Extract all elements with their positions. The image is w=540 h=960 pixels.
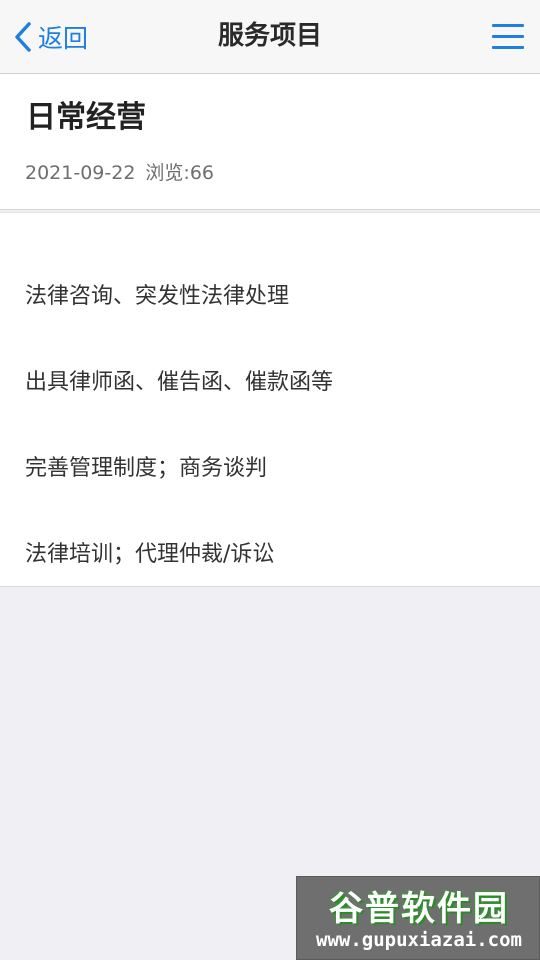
menu-bar	[492, 35, 524, 38]
top-navbar: 返回 服务项目	[0, 0, 540, 74]
menu-bar	[492, 24, 524, 27]
article-title: 日常经营	[26, 100, 146, 135]
content-line: 完善管理制度；商务谈判	[25, 456, 268, 481]
article-date: 2021-09-22	[25, 162, 136, 184]
content-line: 法律咨询、突发性法律处理	[25, 284, 290, 309]
article-content: 法律咨询、突发性法律处理 出具律师函、催告函、催款函等 完善管理制度；商务谈判 …	[0, 213, 540, 587]
menu-bar	[492, 46, 524, 49]
chevron-left-icon	[15, 22, 31, 52]
back-button[interactable]: 返回	[14, 18, 88, 56]
watermark-logo: 谷普软件园 www.gupuxiazai.com	[296, 876, 540, 960]
content-line: 法律培训；代理仲裁/诉讼	[25, 542, 275, 567]
article-header: 日常经营 2021-09-22 浏览:66	[0, 74, 540, 210]
article-meta: 2021-09-22 浏览:66	[25, 158, 214, 185]
hamburger-menu-icon[interactable]	[492, 22, 526, 52]
article-views: 浏览:66	[145, 162, 215, 184]
watermark-name: 谷普软件园	[329, 889, 509, 929]
content-line: 出具律师函、催告函、催款函等	[25, 370, 334, 395]
back-label: 返回	[38, 24, 89, 53]
watermark-url: www.gupuxiazai.com	[316, 929, 522, 951]
